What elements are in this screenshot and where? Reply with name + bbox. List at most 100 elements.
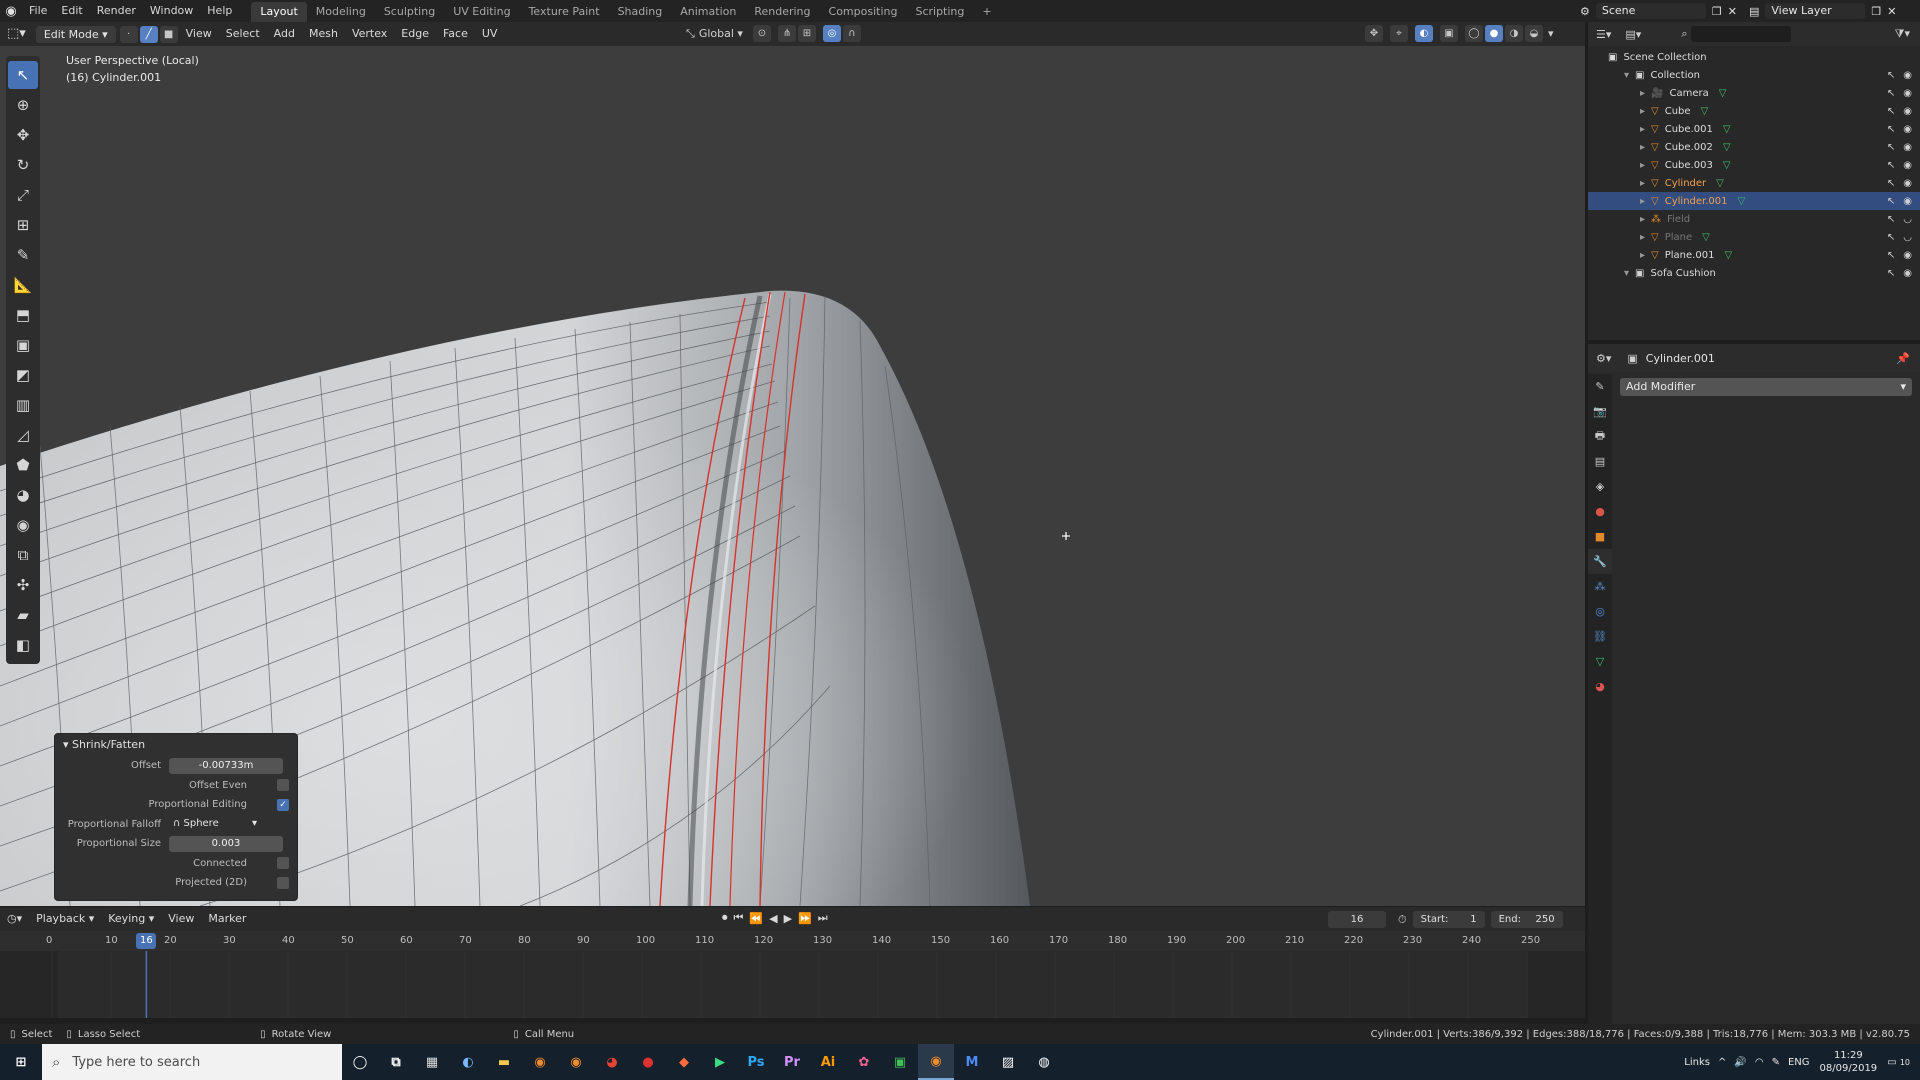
properties-editor-icon[interactable]: ⚙▾: [1596, 352, 1611, 365]
xray-icon[interactable]: ▣: [1440, 25, 1458, 42]
outliner-item[interactable]: ▸ 🎥 Camera ▽ ↖ ◉: [1588, 84, 1920, 102]
pin-icon[interactable]: 📌: [1896, 352, 1910, 365]
spin-icon[interactable]: ◕: [8, 481, 38, 509]
tab-animation[interactable]: Animation: [671, 2, 745, 22]
menu-face[interactable]: Face: [436, 22, 475, 46]
links-label[interactable]: Links: [1684, 1057, 1710, 1068]
shrink-fatten-icon[interactable]: ✣: [8, 571, 38, 599]
annotate-icon[interactable]: ✎: [8, 241, 38, 269]
shear-icon[interactable]: ▰: [8, 601, 38, 629]
connected-checkbox[interactable]: [277, 857, 289, 870]
selectable-toggle-icon[interactable]: ↖: [1887, 88, 1895, 99]
app-circle-icon[interactable]: ◍: [1026, 1044, 1062, 1080]
visibility-eye-icon[interactable]: ◡: [1903, 214, 1912, 225]
mesh-data-icon[interactable]: ▽: [1719, 88, 1727, 99]
playhead-frame-label[interactable]: 16: [136, 933, 157, 949]
selectable-toggle-icon[interactable]: ↖: [1887, 142, 1895, 153]
extrude-icon[interactable]: ⬒: [8, 301, 38, 329]
new-view-layer-icon[interactable]: ❐: [1871, 5, 1881, 18]
select-box-icon[interactable]: ↖: [8, 61, 38, 89]
expand-arrow-icon[interactable]: ▾: [1624, 70, 1629, 81]
language-label[interactable]: ENG: [1788, 1057, 1810, 1068]
mesh-data-icon[interactable]: ▽: [1702, 232, 1710, 243]
proportional-editing-checkbox[interactable]: ✓: [277, 798, 289, 811]
outliner-editor-icon[interactable]: ☰▾: [1596, 28, 1611, 41]
outliner-scene-collection[interactable]: ▣ Scene Collection: [1588, 48, 1920, 66]
tab-modeling[interactable]: Modeling: [307, 2, 375, 22]
expand-arrow-icon[interactable]: ▸: [1640, 160, 1645, 171]
falloff-dropdown[interactable]: ∩ Sphere ▾: [169, 816, 263, 832]
current-frame-field[interactable]: 16: [1328, 911, 1386, 928]
falloff-icon[interactable]: ∩: [842, 25, 861, 42]
cursor-tool-icon[interactable]: ⌖: [1390, 25, 1408, 42]
menu-edit[interactable]: Edit: [54, 0, 89, 22]
menu-file[interactable]: File: [22, 0, 54, 22]
jump-end-icon[interactable]: ⏭: [818, 911, 828, 925]
transform-icon[interactable]: ⊞: [8, 211, 38, 239]
material-tab-icon[interactable]: ◕: [1588, 674, 1612, 699]
data-tab-icon[interactable]: ▽: [1588, 649, 1612, 674]
poly-build-icon[interactable]: ⬟: [8, 451, 38, 479]
next-keyframe-icon[interactable]: ⏩: [798, 912, 812, 925]
expand-arrow-icon[interactable]: ▸: [1640, 214, 1645, 225]
tab-scripting[interactable]: Scripting: [906, 2, 973, 22]
start-frame-field[interactable]: Start: 1: [1412, 911, 1485, 928]
menu-keying[interactable]: Keying ▾: [101, 907, 161, 931]
record-icon[interactable]: ⏺: [722, 911, 728, 925]
outliner-item[interactable]: ▸ ▽ Cylinder.001 ▽ ↖ ◉: [1588, 192, 1920, 210]
outliner-item[interactable]: ▸ ▽ Cylinder ▽ ↖ ◉: [1588, 174, 1920, 192]
photos-icon[interactable]: ▨: [990, 1044, 1026, 1080]
menu-uv[interactable]: UV: [475, 22, 505, 46]
visibility-eye-icon[interactable]: ◉: [1903, 178, 1912, 189]
app-blue-m-icon[interactable]: M: [954, 1044, 990, 1080]
edge-slide-icon[interactable]: ⧉: [8, 541, 38, 569]
clock-date[interactable]: 08/09/2019: [1820, 1062, 1878, 1075]
menu-marker[interactable]: Marker: [201, 907, 253, 931]
blender-app-icon[interactable]: ◉: [522, 1044, 558, 1080]
outliner-item[interactable]: ▾ ▣ Collection ↖ ◉: [1588, 66, 1920, 84]
selectable-toggle-icon[interactable]: ↖: [1887, 106, 1895, 117]
overlay-icon[interactable]: ◐: [1415, 25, 1433, 42]
view-layer-tab-icon[interactable]: ▤: [1588, 449, 1612, 474]
tray-chevron-icon[interactable]: ^: [1718, 1057, 1726, 1068]
visibility-eye-icon[interactable]: ◉: [1903, 70, 1912, 81]
move-icon[interactable]: ✥: [8, 121, 38, 149]
chrome-icon[interactable]: ◕: [594, 1044, 630, 1080]
expand-arrow-icon[interactable]: ▸: [1640, 178, 1645, 189]
expand-arrow-icon[interactable]: ▾: [1624, 268, 1629, 279]
jump-start-icon[interactable]: ⏮: [734, 911, 744, 925]
operator-title-row[interactable]: ▾ Shrink/Fatten: [55, 734, 297, 756]
blender-app-2-icon[interactable]: ◉: [558, 1044, 594, 1080]
delete-scene-icon[interactable]: ✕: [1728, 5, 1737, 18]
particles-tab-icon[interactable]: ⁂: [1588, 574, 1612, 599]
add-modifier-dropdown[interactable]: Add Modifier ▾: [1620, 378, 1912, 396]
premiere-icon[interactable]: Pr: [774, 1044, 810, 1080]
editor-type-icon[interactable]: ⬚▾: [0, 22, 33, 46]
inset-icon[interactable]: ▣: [8, 331, 38, 359]
visibility-eye-icon[interactable]: ◡: [1903, 232, 1912, 243]
outliner-item[interactable]: ▸ ▽ Plane.001 ▽ ↖ ◉: [1588, 246, 1920, 264]
menu-render[interactable]: Render: [90, 0, 143, 22]
tab-rendering[interactable]: Rendering: [745, 2, 819, 22]
filter-icon[interactable]: ⧩▾: [1895, 27, 1910, 41]
tab-texture-paint[interactable]: Texture Paint: [520, 2, 609, 22]
loop-cut-icon[interactable]: ▥: [8, 391, 38, 419]
timeline-editor-icon[interactable]: ◷▾: [0, 907, 29, 931]
physics-tab-icon[interactable]: ◎: [1588, 599, 1612, 624]
visibility-eye-icon[interactable]: ◉: [1903, 88, 1912, 99]
object-tab-icon[interactable]: ■: [1588, 524, 1612, 549]
selectable-toggle-icon[interactable]: ↖: [1887, 178, 1895, 189]
rotate-icon[interactable]: ↻: [8, 151, 38, 179]
menu-help[interactable]: Help: [200, 0, 239, 22]
mesh-data-icon[interactable]: ▽: [1723, 124, 1731, 135]
visibility-eye-icon[interactable]: ◉: [1903, 142, 1912, 153]
blender-active-icon[interactable]: ◉: [918, 1044, 954, 1080]
end-frame-field[interactable]: End: 250: [1490, 911, 1563, 928]
visibility-eye-icon[interactable]: ◉: [1903, 106, 1912, 117]
illustrator-icon[interactable]: Ai: [810, 1044, 846, 1080]
projected-checkbox[interactable]: [277, 876, 289, 889]
expand-arrow-icon[interactable]: ▸: [1640, 124, 1645, 135]
visibility-eye-icon[interactable]: ◉: [1903, 250, 1912, 261]
app-green-icon[interactable]: ▣: [882, 1044, 918, 1080]
outliner-item[interactable]: ▸ ▽ Plane ▽ ↖ ◡: [1588, 228, 1920, 246]
